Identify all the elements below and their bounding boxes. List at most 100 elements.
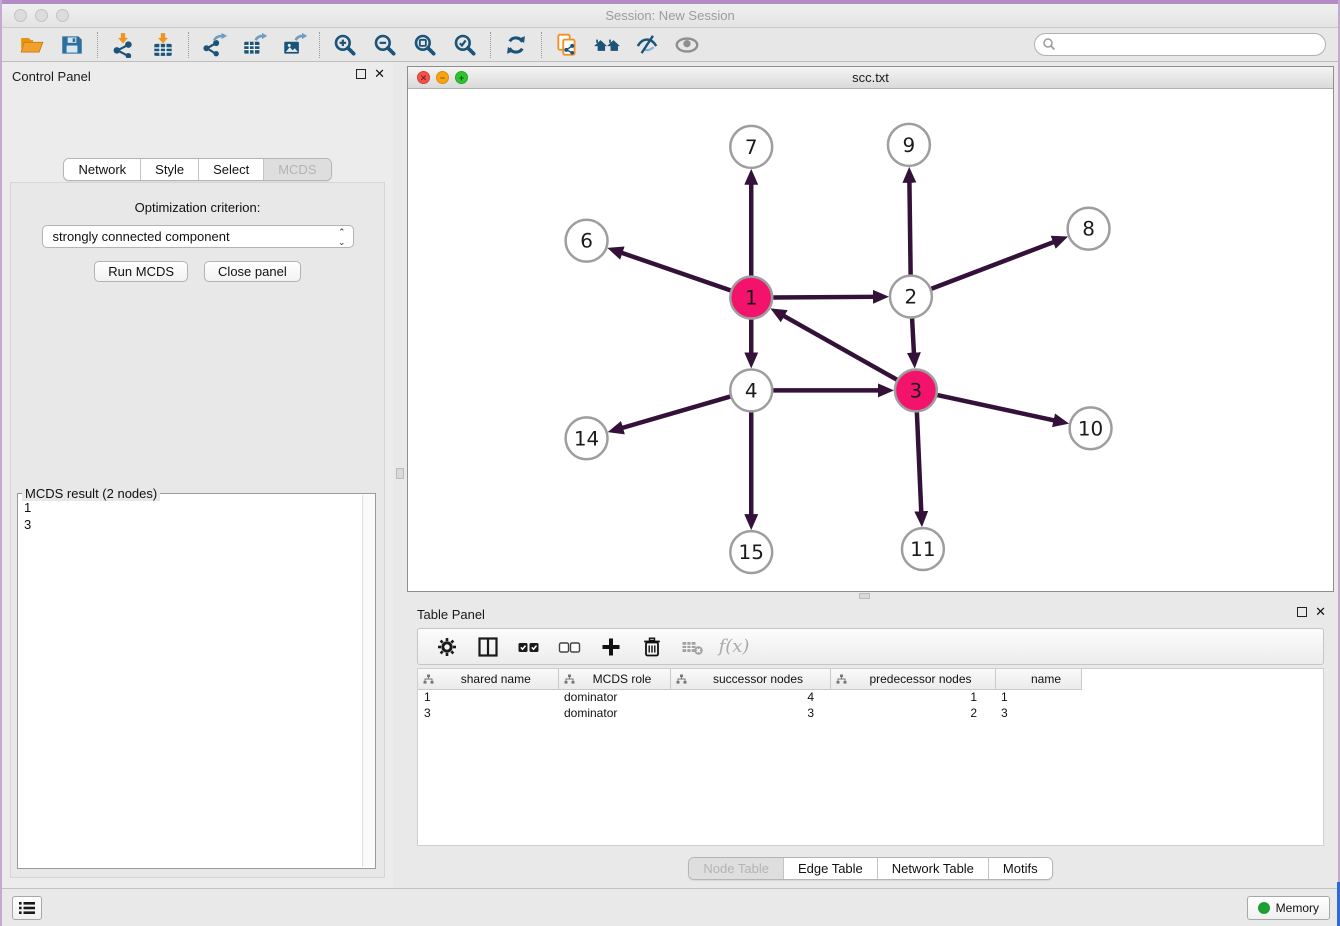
zoom-selected-icon[interactable] — [445, 30, 485, 60]
mcds-panel-body: Optimization criterion: strongly connect… — [10, 182, 385, 878]
table-cell[interactable]: 3 — [995, 705, 1081, 721]
open-file-icon[interactable] — [12, 30, 52, 60]
zoom-out-icon[interactable] — [365, 30, 405, 60]
result-scrollbar[interactable] — [362, 495, 375, 867]
network-window-title: scc.txt — [408, 70, 1333, 85]
table-cell[interactable]: 2 — [830, 705, 995, 721]
import-network-icon[interactable] — [103, 30, 143, 60]
task-list-icon — [18, 900, 36, 916]
graph-edge-4-14[interactable] — [621, 397, 730, 429]
apply-layout-icon[interactable] — [496, 30, 536, 60]
table-cell[interactable]: 1 — [995, 689, 1081, 705]
memory-status-icon — [1258, 902, 1270, 914]
splitter-handle[interactable] — [859, 593, 870, 599]
graph-node-label-11: 11 — [910, 537, 935, 561]
table-cell[interactable]: 4 — [670, 689, 830, 705]
select-all-icon[interactable] — [516, 635, 542, 659]
network-window-titlebar[interactable]: ✕ − + scc.txt — [408, 67, 1333, 89]
show-panel-eye-icon[interactable] — [667, 30, 707, 60]
graph-edge-3-11[interactable] — [917, 412, 921, 513]
table-tab-motifs[interactable]: Motifs — [988, 858, 1052, 879]
graph-node-label-14: 14 — [574, 426, 599, 450]
tab-mcds[interactable]: MCDS — [263, 159, 330, 180]
memory-button[interactable]: Memory — [1247, 896, 1330, 920]
column-header-successor-nodes[interactable]: successor nodes — [670, 669, 830, 689]
tab-select[interactable]: Select — [198, 159, 263, 180]
table-cell[interactable]: dominator — [558, 705, 670, 721]
float-panel-icon[interactable] — [356, 69, 366, 79]
hide-style-icon[interactable] — [627, 30, 667, 60]
graph-node-label-10: 10 — [1078, 416, 1103, 440]
save-session-icon[interactable] — [52, 30, 92, 60]
copy-network-icon[interactable] — [547, 30, 587, 60]
tab-style[interactable]: Style — [140, 159, 198, 180]
close-panel-icon[interactable]: ✕ — [1315, 607, 1326, 617]
delete-row-icon[interactable] — [639, 635, 665, 659]
close-panel-icon[interactable]: ✕ — [374, 69, 385, 79]
table-tab-edge-table[interactable]: Edge Table — [783, 858, 877, 879]
table-row[interactable]: 1dominator411 — [418, 689, 1323, 705]
zoom-fit-icon[interactable] — [405, 30, 445, 60]
import-table-icon[interactable] — [143, 30, 183, 60]
table-cell[interactable]: 1 — [830, 689, 995, 705]
table-tab-network-table[interactable]: Network Table — [877, 858, 988, 879]
column-header-MCDS-role[interactable]: MCDS role — [558, 669, 670, 689]
main-toolbar — [2, 28, 1338, 62]
graph-node-label-15: 15 — [739, 540, 764, 564]
run-mcds-button[interactable]: Run MCDS — [94, 261, 188, 282]
graph-edge-3-1[interactable] — [783, 315, 897, 379]
export-image-icon[interactable] — [274, 30, 314, 60]
graph-node-label-2: 2 — [905, 285, 918, 309]
table-cell[interactable]: 3 — [670, 705, 830, 721]
column-header-predecessor-nodes[interactable]: predecessor nodes — [830, 669, 995, 689]
table-row[interactable]: 3dominator323 — [418, 705, 1323, 721]
graph-edge-2-8[interactable] — [931, 242, 1055, 289]
splitter-handle[interactable] — [396, 468, 404, 479]
graph-edge-2-9[interactable] — [909, 181, 910, 275]
column-header-name[interactable]: name — [995, 669, 1081, 689]
export-table-icon[interactable] — [234, 30, 274, 60]
tab-network[interactable]: Network — [64, 159, 140, 180]
horizontal-splitter[interactable] — [407, 592, 1334, 600]
control-panel-tab-bar: NetworkStyleSelectMCDS — [2, 158, 393, 181]
export-network-icon[interactable] — [194, 30, 234, 60]
table-tab-node-table[interactable]: Node Table — [689, 858, 783, 879]
vertical-splitter[interactable] — [393, 62, 407, 888]
graph-edge-1-2[interactable] — [773, 297, 875, 298]
table-panel-title: Table Panel — [417, 607, 485, 622]
settings-gear-icon[interactable] — [434, 635, 460, 659]
criterion-select[interactable]: strongly connected component ⌃⌄ — [42, 225, 354, 248]
node-table-header-row: shared nameMCDS rolesuccessor nodesprede… — [418, 669, 1323, 689]
search-input[interactable] — [1034, 33, 1326, 56]
zoom-in-icon[interactable] — [325, 30, 365, 60]
window-frame-top — [0, 0, 1340, 4]
table-cell[interactable]: 3 — [418, 705, 558, 721]
graph-node-label-4: 4 — [745, 378, 758, 402]
table-cell[interactable]: dominator — [558, 689, 670, 705]
toolbar-separator — [490, 32, 491, 58]
task-console-button[interactable] — [12, 896, 42, 920]
control-panel: Control Panel ✕ NetworkStyleSelectMCDS O… — [2, 62, 393, 888]
title-bar: Session: New Session — [2, 4, 1338, 28]
optimization-criterion-label: Optimization criterion: — [11, 200, 384, 215]
table-cell[interactable]: 1 — [418, 689, 558, 705]
float-panel-icon[interactable] — [1297, 607, 1307, 617]
unselect-all-icon[interactable] — [557, 635, 583, 659]
show-columns-icon[interactable] — [475, 635, 501, 659]
add-row-icon[interactable] — [598, 635, 624, 659]
graph-edge-1-6[interactable] — [621, 252, 731, 290]
graph-edge-3-10[interactable] — [937, 395, 1055, 421]
toolbar-separator — [541, 32, 542, 58]
graph-node-label-6: 6 — [580, 229, 593, 253]
node-table: shared nameMCDS rolesuccessor nodesprede… — [418, 669, 1323, 721]
network-canvas[interactable]: 7968124314101511 — [408, 89, 1333, 591]
column-header-shared-name[interactable]: shared name — [418, 669, 558, 689]
table-tab-bar: Node TableEdge TableNetwork TableMotifs — [407, 857, 1334, 880]
mcds-result-text[interactable]: 1 3 — [18, 496, 361, 868]
home-pages-icon[interactable] — [587, 30, 627, 60]
graph-node-label-7: 7 — [745, 135, 758, 159]
network-view-window: ✕ − + scc.txt 7968124314101511 — [407, 66, 1334, 592]
close-panel-button[interactable]: Close panel — [204, 261, 301, 282]
toolbar-separator — [97, 32, 98, 58]
graph-edge-2-3[interactable] — [912, 319, 914, 355]
